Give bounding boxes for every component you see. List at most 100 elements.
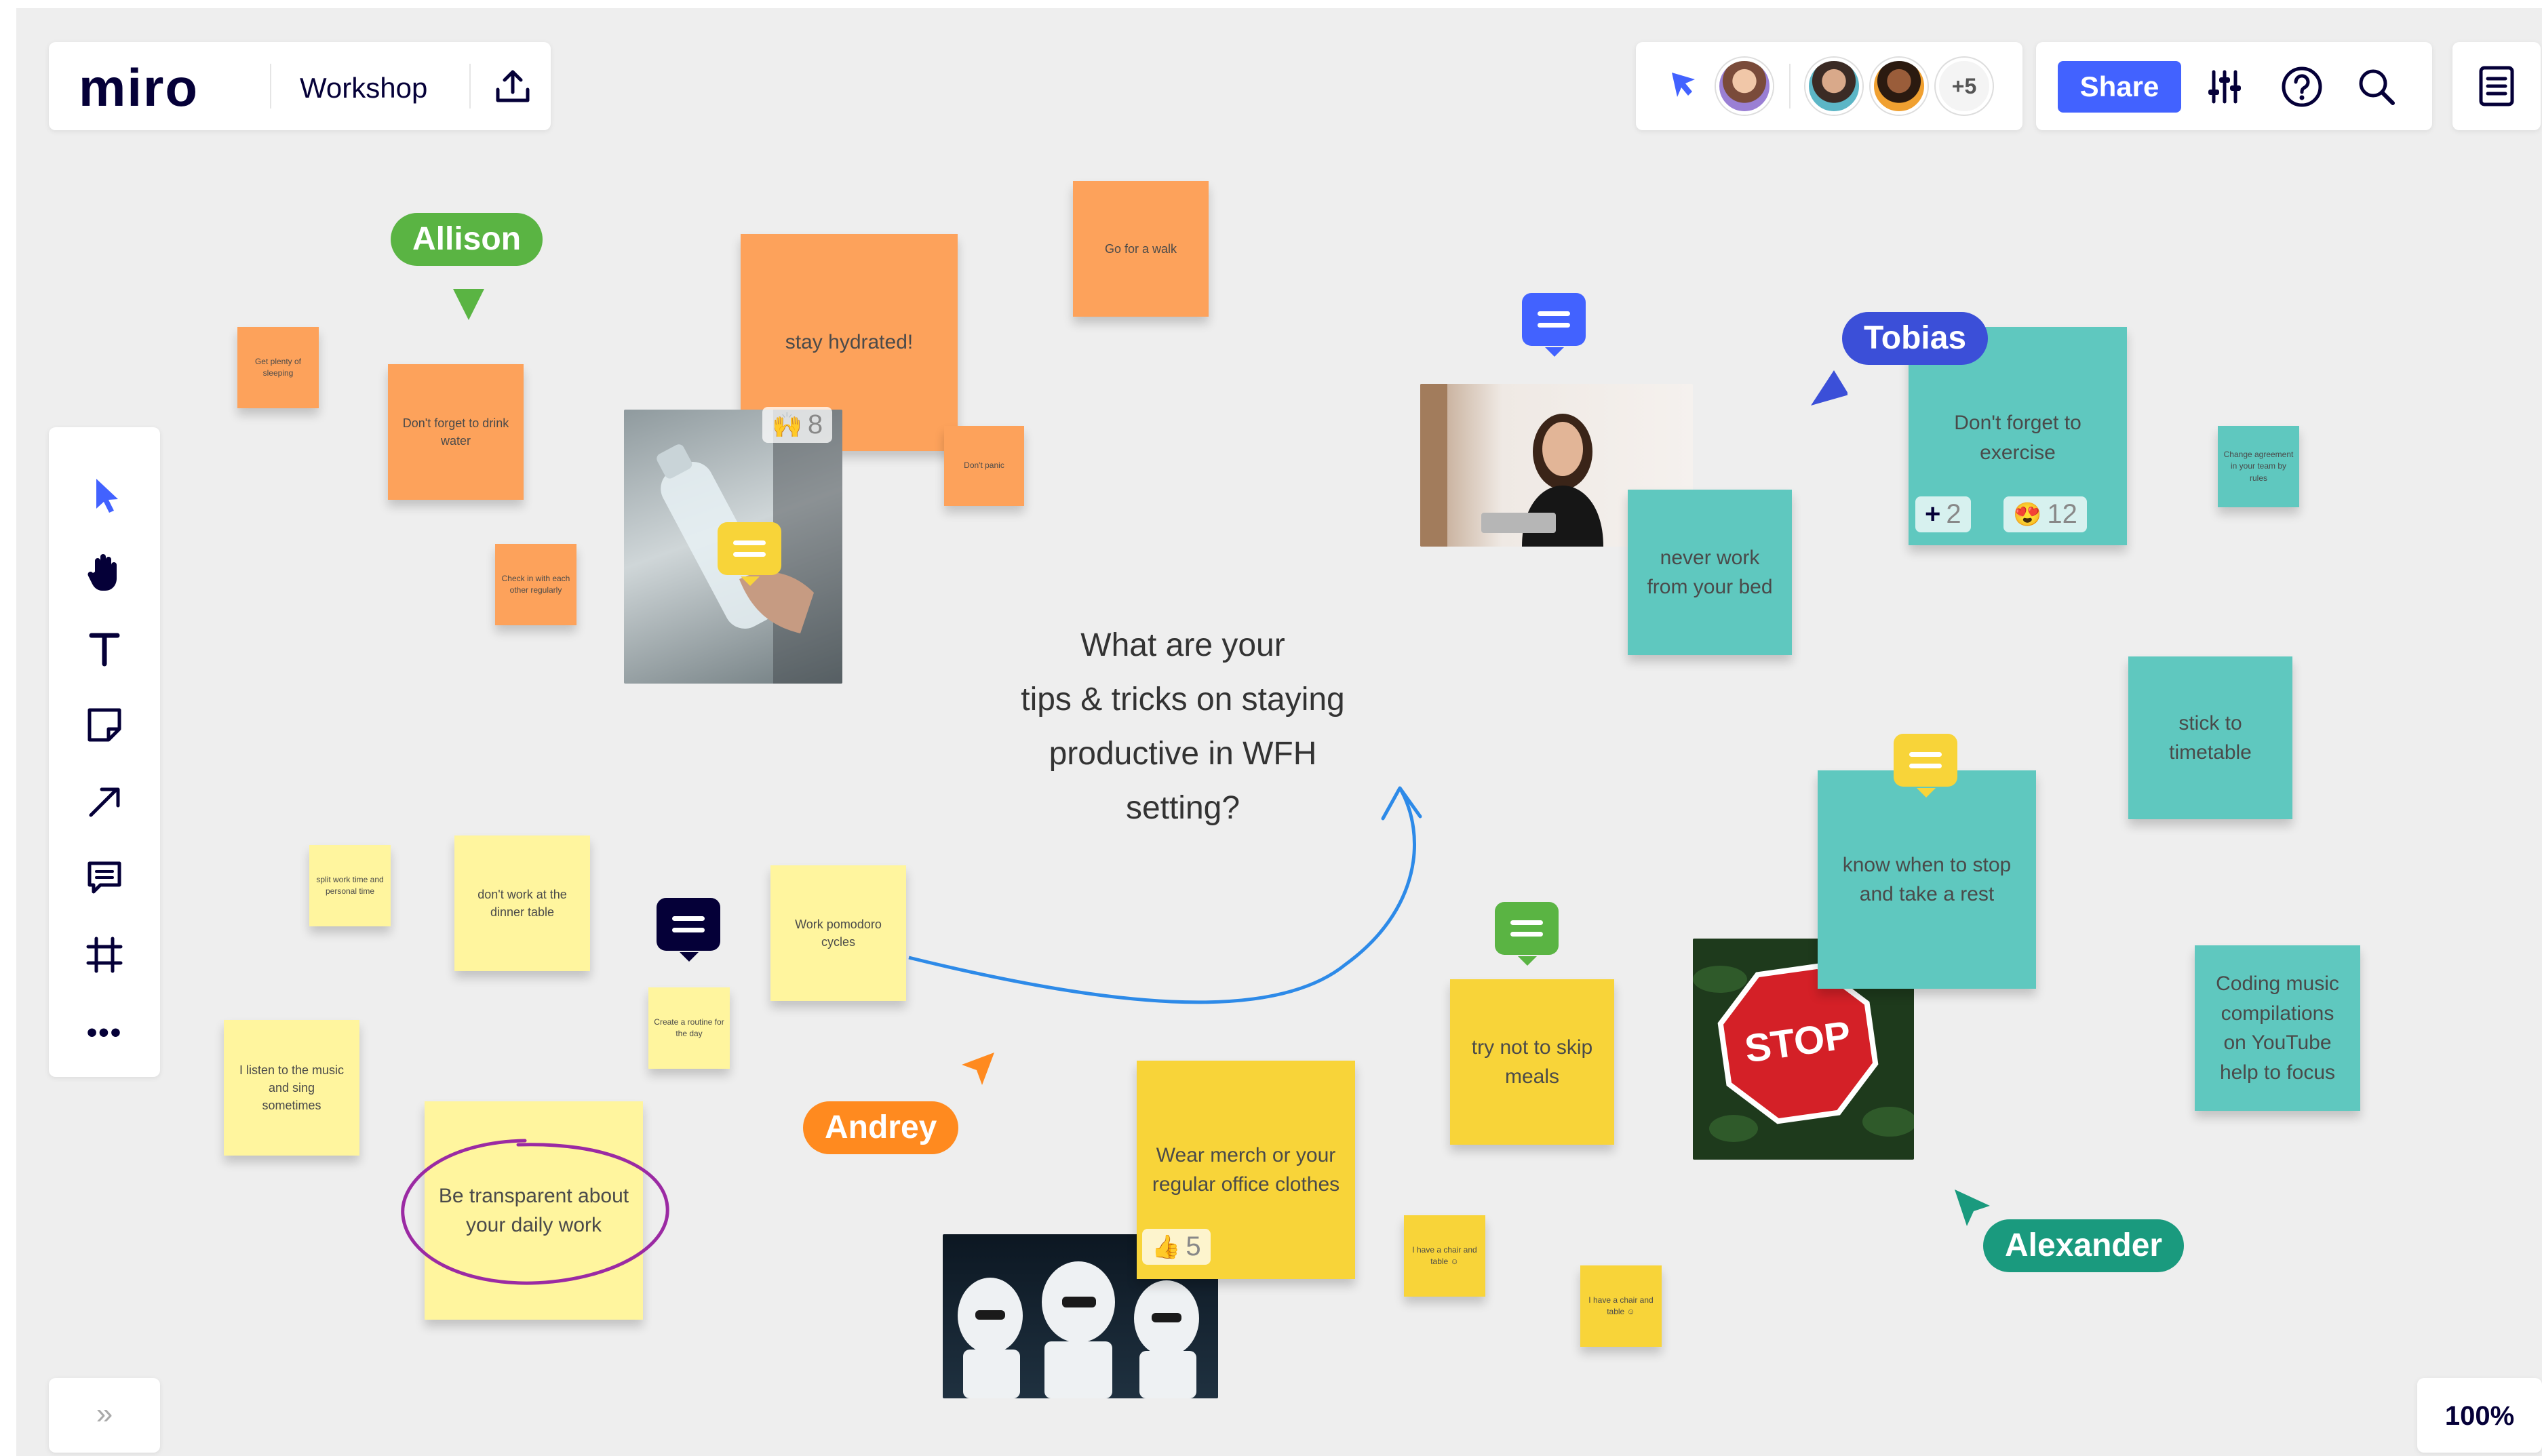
hand-drawn-circle[interactable] [396, 1127, 681, 1297]
sticky-note[interactable]: know when to stop and take a rest [1818, 770, 2036, 989]
sticky-note[interactable]: Work pomodoro cycles [770, 865, 906, 1001]
plus-icon: + [1925, 499, 1941, 529]
note-text: know when to stop and take a rest [1842, 853, 2012, 906]
help-icon[interactable] [2280, 65, 2324, 109]
note-text: Change agreement in your team by rules [2223, 449, 2294, 483]
board-prompt[interactable]: What are your tips & tricks on staying p… [945, 618, 1420, 835]
hand-tool[interactable] [49, 539, 160, 607]
avatar[interactable] [1805, 58, 1862, 115]
sticky-note[interactable]: Go for a walk [1073, 181, 1209, 317]
frame-tool[interactable] [49, 922, 160, 990]
divider [270, 64, 271, 109]
note-text: never work from your bed [1647, 546, 1773, 599]
note-text: Coding music compilations on YouTube hel… [2216, 972, 2339, 1084]
select-icon [91, 476, 118, 517]
settings-icon[interactable] [2204, 66, 2245, 107]
comment-tool[interactable] [49, 846, 160, 913]
reactions-icon[interactable] [1663, 66, 1704, 107]
sticky-note[interactable]: Don't panic [944, 426, 1024, 506]
collaborators-panel: +5 [1636, 42, 2022, 130]
sticky-note[interactable]: Create a routine for the day [648, 987, 730, 1069]
share-panel: Share [2036, 42, 2432, 130]
arrow-tool[interactable] [49, 769, 160, 837]
comment-marker[interactable] [718, 522, 781, 586]
comment-marker[interactable] [657, 898, 720, 962]
select-tool[interactable] [49, 463, 160, 530]
divider [469, 64, 471, 109]
sticky-note[interactable]: Get plenty of sleeping [237, 327, 319, 408]
note-text: try not to skip meals [1471, 1036, 1593, 1088]
more-tools-button[interactable]: ••• [49, 999, 160, 1067]
sticky-note[interactable]: Check in with each other regularly [495, 544, 576, 625]
board-name[interactable]: Workshop [300, 72, 427, 104]
expand-panel-button[interactable]: » [49, 1378, 160, 1453]
note-text: stay hydrated! [785, 331, 914, 354]
cursor-label-tobias: Tobias [1842, 312, 1989, 365]
notes-panel-button[interactable] [2452, 42, 2541, 130]
reaction-count: 5 [1186, 1232, 1201, 1261]
note-text: I listen to the music and sing sometimes [239, 1063, 345, 1113]
cursor-label-alexander: Alexander [1983, 1219, 2185, 1272]
comment-marker[interactable] [1495, 902, 1559, 966]
note-text: stick to timetable [2169, 711, 2252, 764]
reaction-badge[interactable]: 👍 5 [1142, 1229, 1211, 1265]
sticky-note[interactable]: don't work at the dinner table [454, 835, 590, 971]
sticky-note[interactable]: Change agreement in your team by rules [2218, 426, 2299, 507]
note-text: Work pomodoro cycles [795, 917, 882, 949]
reaction-count: 2 [1946, 499, 1961, 529]
hands-emoji-icon: 🙌 [772, 410, 802, 439]
board-header: miro Workshop [49, 42, 551, 130]
miro-logo[interactable]: miro [79, 57, 199, 119]
reaction-badge[interactable]: 😍 12 [2003, 496, 2087, 532]
text-tool[interactable] [49, 616, 160, 684]
prompt-line: What are your [1080, 627, 1285, 663]
note-text: Don't forget to drink water [402, 416, 509, 448]
sticky-note[interactable]: try not to skip meals [1450, 979, 1614, 1145]
more-collaborators[interactable]: +5 [1936, 58, 1993, 115]
note-text: Check in with each other regularly [501, 573, 570, 595]
cursor-arrow-alexander [1955, 1189, 1990, 1226]
sticky-note-icon [85, 706, 123, 747]
sticky-note[interactable]: Coding music compilations on YouTube hel… [2195, 945, 2360, 1111]
sticky-note[interactable]: stick to timetable [2128, 656, 2292, 819]
search-icon[interactable] [2355, 65, 2398, 109]
frame-icon [85, 936, 123, 977]
note-text: Don't panic [964, 460, 1004, 471]
heart-eyes-emoji-icon: 😍 [2013, 501, 2042, 528]
sticky-note[interactable]: I listen to the music and sing sometimes [224, 1020, 359, 1156]
sticky-note[interactable]: never work from your bed [1628, 490, 1792, 655]
prompt-line: tips & tricks on staying [1021, 682, 1345, 717]
comment-icon [85, 859, 123, 901]
note-text: split work time and personal time [316, 874, 384, 896]
comment-marker[interactable] [1894, 734, 1957, 798]
cursor-arrow-tobias [1811, 370, 1847, 406]
board-canvas[interactable]: miro Workshop +5 Share ••• » 100% What a… [16, 8, 2542, 1456]
reaction-count: 12 [2047, 499, 2077, 529]
sticky-note-tool[interactable] [49, 692, 160, 760]
note-text: Wear merch or your regular office clothe… [1152, 1143, 1340, 1196]
sticky-note[interactable]: Don't forget to drink water [388, 364, 524, 500]
more-icon: ••• [86, 1016, 123, 1049]
avatar[interactable] [1871, 58, 1928, 115]
avatar[interactable] [1716, 58, 1773, 115]
sticky-note[interactable]: I have a chair and table ☺ [1580, 1265, 1662, 1347]
sticky-note[interactable]: I have a chair and table ☺ [1404, 1215, 1485, 1297]
share-button[interactable]: Share [2058, 61, 2181, 113]
reaction-count: 8 [807, 410, 823, 439]
reaction-badge[interactable]: +2 [1915, 496, 1971, 532]
note-text: Create a routine for the day [654, 1017, 724, 1038]
reaction-badge[interactable]: 🙌 8 [762, 407, 833, 443]
cursor-arrow-allison [453, 289, 484, 320]
export-icon[interactable] [492, 68, 533, 106]
zoom-level[interactable]: 100% [2417, 1378, 2542, 1453]
prompt-line: setting? [1125, 790, 1240, 826]
cursor-arrow-andrey [962, 1052, 994, 1085]
text-icon [87, 630, 121, 670]
prompt-line: productive in WFH [1049, 736, 1317, 772]
note-text: Go for a walk [1104, 241, 1177, 256]
note-text: Get plenty of sleeping [254, 356, 302, 378]
sticky-note[interactable]: split work time and personal time [309, 845, 391, 926]
note-text: don't work at the dinner table [477, 887, 567, 919]
zoom-value: 100% [2444, 1401, 2515, 1431]
comment-marker[interactable] [1522, 293, 1586, 357]
